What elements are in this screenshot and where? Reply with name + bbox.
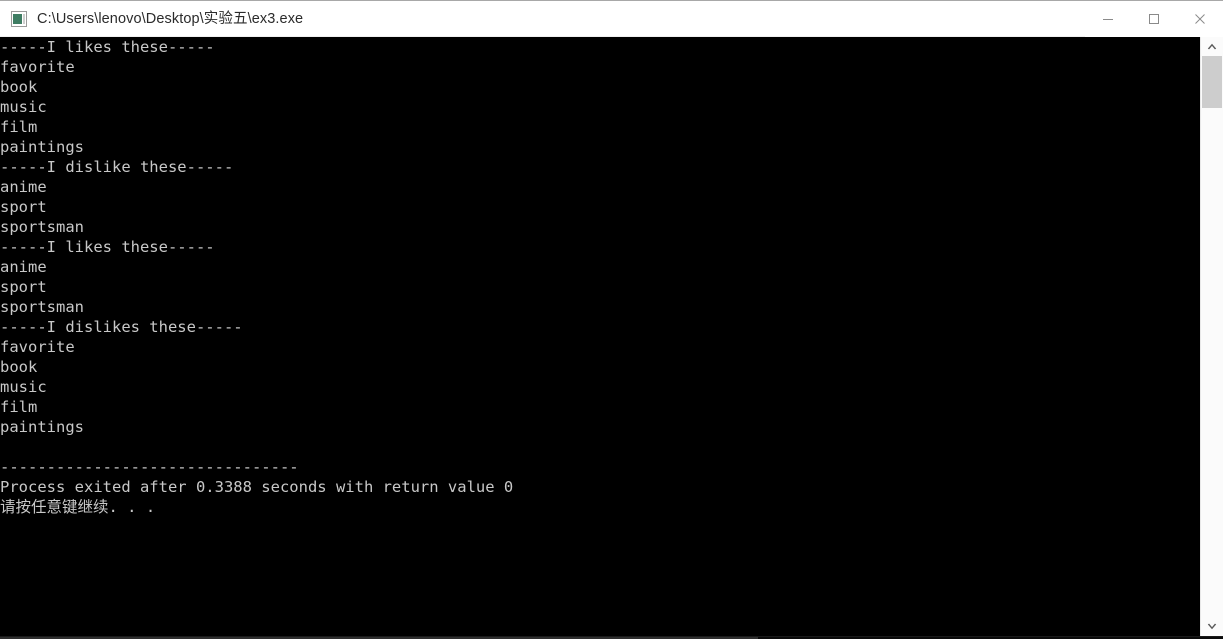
console-line: paintings <box>0 418 84 436</box>
title-bar[interactable]: C:\Users\lenovo\Desktop\实验五\ex3.exe <box>0 1 1223 37</box>
console-line: film <box>0 398 38 416</box>
console-window: C:\Users\lenovo\Desktop\实验五\ex3.exe ----… <box>0 0 1223 639</box>
console-line: Process exited after 0.3388 seconds with… <box>0 478 514 496</box>
maximize-icon <box>1149 14 1159 24</box>
window-controls <box>1085 1 1223 37</box>
console-line: -----I dislike these----- <box>0 158 234 176</box>
minimize-button[interactable] <box>1085 1 1131 37</box>
maximize-button[interactable] <box>1131 1 1177 37</box>
console-line: 请按任意键继续. . . <box>0 498 156 516</box>
console-line: music <box>0 98 47 116</box>
console-line: book <box>0 78 38 96</box>
console-app-icon-screen <box>13 13 22 24</box>
console-line: -----I likes these----- <box>0 238 215 256</box>
scroll-up-button[interactable] <box>1201 37 1223 56</box>
scroll-down-button[interactable] <box>1201 617 1223 636</box>
console-line: sport <box>0 278 47 296</box>
window-title: C:\Users\lenovo\Desktop\实验五\ex3.exe <box>37 10 304 27</box>
console-line: anime <box>0 178 47 196</box>
console-line: sportsman <box>0 298 84 316</box>
vertical-scroll-thumb[interactable] <box>1202 56 1222 108</box>
console-line: favorite <box>0 338 75 356</box>
console-line: book <box>0 358 38 376</box>
vertical-scrollbar[interactable] <box>1200 37 1223 636</box>
console-line: sport <box>0 198 47 216</box>
console-body: -----I likes these----- favorite book music… <box>0 37 1223 636</box>
console-line: sportsman <box>0 218 84 236</box>
close-button[interactable] <box>1177 1 1223 37</box>
close-icon <box>1195 14 1205 24</box>
console-line: -----I dislikes these----- <box>0 318 243 336</box>
console-output[interactable]: -----I likes these----- favorite book music… <box>0 37 1200 636</box>
console-line: favorite <box>0 58 75 76</box>
console-line: -------------------------------- <box>0 458 299 476</box>
console-line: -----I likes these----- <box>0 38 215 56</box>
console-app-icon <box>11 10 27 27</box>
console-line: paintings <box>0 138 84 156</box>
chevron-up-icon <box>1207 43 1217 50</box>
chevron-down-icon <box>1207 623 1217 630</box>
console-line: film <box>0 118 38 136</box>
vertical-scroll-track[interactable] <box>1201 56 1223 617</box>
minimize-icon <box>1103 19 1113 20</box>
console-line: anime <box>0 258 47 276</box>
console-line: music <box>0 378 47 396</box>
console-app-icon-edge <box>23 13 25 24</box>
